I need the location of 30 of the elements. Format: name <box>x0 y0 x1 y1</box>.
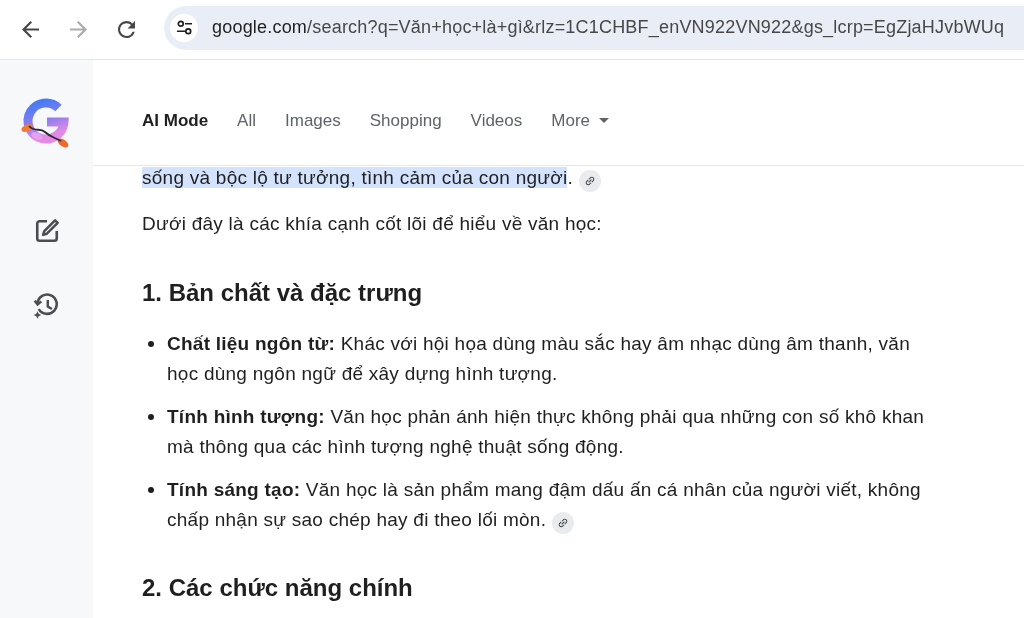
caret-icon <box>599 118 610 123</box>
tune-icon <box>175 20 193 35</box>
list-item-text: Chất liệu ngôn từ: Khác với hội họa dùng màu sắc hay âm nhạc dùng âm thanh, văn học dùng ngôn ngữ để xây dựng hình tượng. <box>167 333 910 384</box>
section-heading: 2. Các chức năng chính <box>142 573 414 603</box>
link-icon <box>584 175 596 187</box>
source-link-button[interactable] <box>552 512 575 534</box>
more-menu-tab[interactable]: More <box>551 107 610 134</box>
nav-tab[interactable]: Images <box>285 107 341 134</box>
reload-icon <box>117 21 135 38</box>
address-bar[interactable]: google.com/search?q=Văn+học+là+gì&rlz=1C1CHBF_enVN922VN922&gs_lcrp=EgZjaHJvbWUq <box>164 5 1024 50</box>
nav-tab[interactable]: All <box>237 107 256 134</box>
list-item-text: Tính sáng tạo: Văn học là sản phẩm mang đậm dấu ấn cá nhân của người viết, không chấp nhận sự sao chép hay đi theo lối mòn. <box>167 479 921 530</box>
answer-paragraph: Dưới đây là các khía cạnh cốt lõi để hiểu về văn học: <box>142 213 602 234</box>
nav-tab[interactable]: AI Mode <box>142 107 209 134</box>
url-text: google.com/search?q=Văn+học+là+gì&rlz=1C1CHBF_enVN922VN922&gs_lcrp=EgZjaHJvbWUq <box>212 17 1005 38</box>
forward-arrow-icon <box>69 21 87 38</box>
nav-tab[interactable]: Shopping <box>369 107 442 134</box>
back-arrow-icon <box>21 21 39 38</box>
history-icon <box>33 292 60 320</box>
pencil-square-icon <box>33 218 60 244</box>
bullet-icon <box>148 487 154 493</box>
nav-tab[interactable]: Videos <box>470 107 523 134</box>
link-icon <box>557 517 570 529</box>
bullet-icon <box>148 341 154 347</box>
list-item-text: Tính hình tượng: Văn học phản ánh hiện thực không phải qua những con số khô khan mà thông qua các hình tượng nghệ thuật sống động. <box>167 406 925 457</box>
bullet-icon <box>148 414 154 420</box>
section-heading: 1. Bản chất và đặc trưng <box>142 278 424 308</box>
site-info-button[interactable] <box>170 13 198 42</box>
logo-icon <box>19 95 70 149</box>
source-link-button[interactable] <box>579 170 601 192</box>
